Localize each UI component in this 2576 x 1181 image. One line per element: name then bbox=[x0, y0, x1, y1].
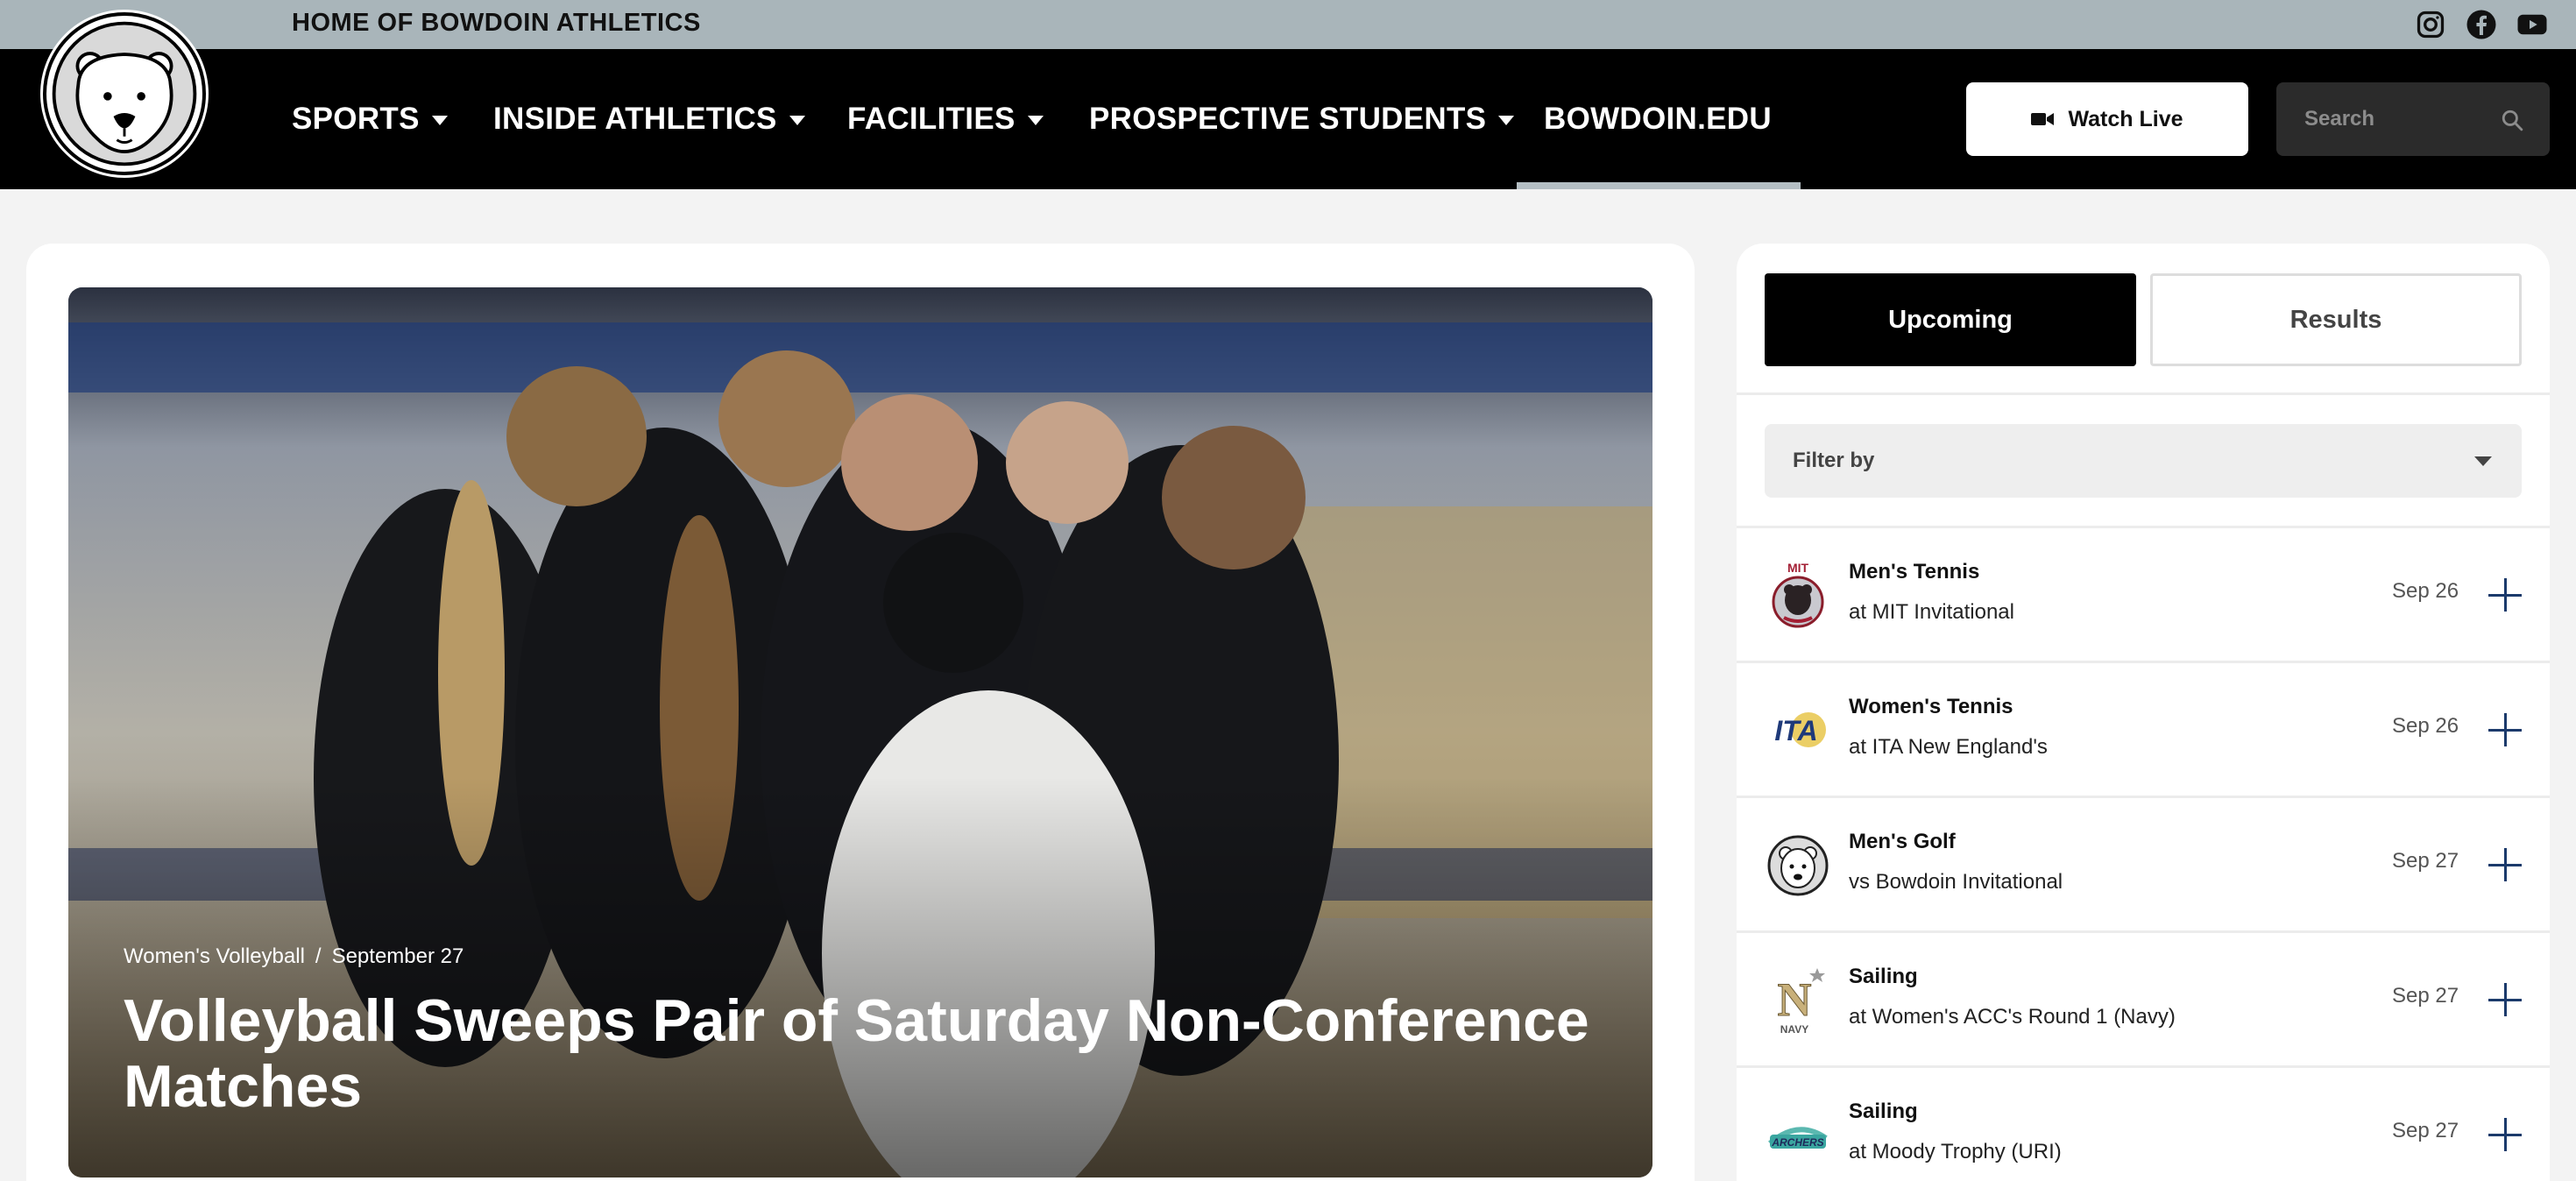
nav-facilities[interactable]: FACILITIES bbox=[847, 98, 1044, 140]
nav-inside-athletics[interactable]: INSIDE ATHLETICS bbox=[493, 98, 805, 140]
nav-sports-label: SPORTS bbox=[292, 102, 420, 136]
chevron-down-icon bbox=[2474, 456, 2492, 466]
event-opponent: vs Bowdoin Invitational bbox=[1849, 870, 2063, 894]
nav-prospective-students[interactable]: PROSPECTIVE STUDENTS bbox=[1089, 98, 1515, 140]
event-row[interactable]: ITA Women's Tennis at ITA New England's … bbox=[1737, 663, 2550, 798]
tab-upcoming[interactable]: Upcoming bbox=[1765, 273, 2136, 366]
event-opponent: at Women's ACC's Round 1 (Navy) bbox=[1849, 1005, 2176, 1029]
video-camera-icon bbox=[2031, 113, 2055, 125]
utility-title: HOME OF BOWDOIN ATHLETICS bbox=[292, 9, 701, 37]
feature-category: Women's Volleyball bbox=[124, 944, 305, 968]
archers-logo-icon: ARCHERS bbox=[1766, 1100, 1829, 1171]
event-opponent: at ITA New England's bbox=[1849, 735, 2048, 759]
watch-live-label: Watch Live bbox=[2068, 106, 2183, 131]
svg-text:ARCHERS: ARCHERS bbox=[1771, 1136, 1823, 1149]
event-opponent: at MIT Invitational bbox=[1849, 600, 2014, 624]
plus-icon[interactable] bbox=[2488, 578, 2522, 612]
event-date: Sep 26 bbox=[2392, 714, 2459, 738]
plus-icon[interactable] bbox=[2488, 713, 2522, 746]
meta-separator: / bbox=[315, 944, 322, 968]
plus-icon[interactable] bbox=[2488, 983, 2522, 1016]
event-row[interactable]: MIT Men's Tennis at MIT Invitational Sep… bbox=[1737, 528, 2550, 663]
nav-inside-athletics-label: INSIDE ATHLETICS bbox=[493, 102, 777, 136]
mit-logo-icon: MIT bbox=[1766, 560, 1829, 632]
nav-facilities-label: FACILITIES bbox=[847, 102, 1016, 136]
feature-story[interactable]: Women's Volleyball / September 27 Volley… bbox=[68, 287, 1652, 1177]
chevron-down-icon bbox=[431, 115, 448, 125]
ita-logo-icon: ITA bbox=[1766, 695, 1829, 767]
plus-icon[interactable] bbox=[2488, 848, 2522, 881]
nav-bowdoin-edu-label: BOWDOIN.EDU bbox=[1544, 102, 1772, 136]
search-icon[interactable] bbox=[2501, 109, 2523, 131]
instagram-icon[interactable] bbox=[2415, 9, 2446, 40]
svg-text:ITA: ITA bbox=[1774, 715, 1817, 746]
event-opponent: at Moody Trophy (URI) bbox=[1849, 1140, 2062, 1163]
feature-title: Volleyball Sweeps Pair of Saturday Non-C… bbox=[124, 987, 1589, 1120]
feature-date: September 27 bbox=[331, 944, 464, 968]
bowdoin-polar-bear-logo[interactable] bbox=[43, 12, 206, 175]
event-sport: Men's Tennis bbox=[1849, 560, 1980, 583]
nav-active-indicator bbox=[1517, 182, 1801, 189]
event-row[interactable]: N NAVY Sailing at Women's ACC's Round 1 … bbox=[1737, 933, 2550, 1068]
event-date: Sep 26 bbox=[2392, 579, 2459, 603]
youtube-icon[interactable] bbox=[2516, 9, 2548, 40]
nav-prospective-students-label: PROSPECTIVE STUDENTS bbox=[1089, 102, 1487, 136]
filter-label: Filter by bbox=[1793, 449, 1875, 472]
event-sport: Women's Tennis bbox=[1849, 695, 2013, 718]
event-row[interactable]: Men's Golf vs Bowdoin Invitational Sep 2… bbox=[1737, 798, 2550, 933]
event-date: Sep 27 bbox=[2392, 849, 2459, 873]
event-row[interactable]: ARCHERS Sailing at Moody Trophy (URI) Se… bbox=[1737, 1068, 2550, 1181]
filter-dropdown[interactable]: Filter by bbox=[1765, 424, 2522, 498]
divider bbox=[1737, 392, 2550, 395]
event-sport: Sailing bbox=[1849, 1100, 1918, 1123]
event-date: Sep 27 bbox=[2392, 1119, 2459, 1142]
nav-bowdoin-edu[interactable]: BOWDOIN.EDU bbox=[1544, 98, 1772, 140]
event-sport: Sailing bbox=[1849, 965, 1918, 988]
bowdoin-polar-bear-icon bbox=[1766, 830, 1829, 902]
utility-bar: HOME OF BOWDOIN ATHLETICS bbox=[0, 0, 2576, 49]
chevron-down-icon bbox=[789, 115, 805, 125]
svg-text:N: N bbox=[1778, 973, 1812, 1026]
watch-live-button[interactable]: Watch Live bbox=[1966, 82, 2248, 156]
search-box bbox=[2276, 82, 2550, 156]
svg-text:NAVY: NAVY bbox=[1780, 1023, 1808, 1036]
tab-results[interactable]: Results bbox=[2150, 273, 2522, 366]
nav-sports[interactable]: SPORTS bbox=[292, 98, 448, 140]
navy-logo-icon: N NAVY bbox=[1766, 965, 1829, 1036]
event-date: Sep 27 bbox=[2392, 984, 2459, 1008]
chevron-down-icon bbox=[1027, 115, 1044, 125]
feature-meta: Women's Volleyball / September 27 bbox=[124, 944, 464, 969]
svg-text:MIT: MIT bbox=[1787, 561, 1809, 575]
facebook-icon[interactable] bbox=[2466, 9, 2497, 40]
plus-icon[interactable] bbox=[2488, 1118, 2522, 1151]
schedule-panel: Upcoming Results Filter by MIT Men's Ten… bbox=[1737, 244, 2550, 1181]
chevron-down-icon bbox=[1498, 115, 1515, 125]
event-sport: Men's Golf bbox=[1849, 830, 1956, 853]
